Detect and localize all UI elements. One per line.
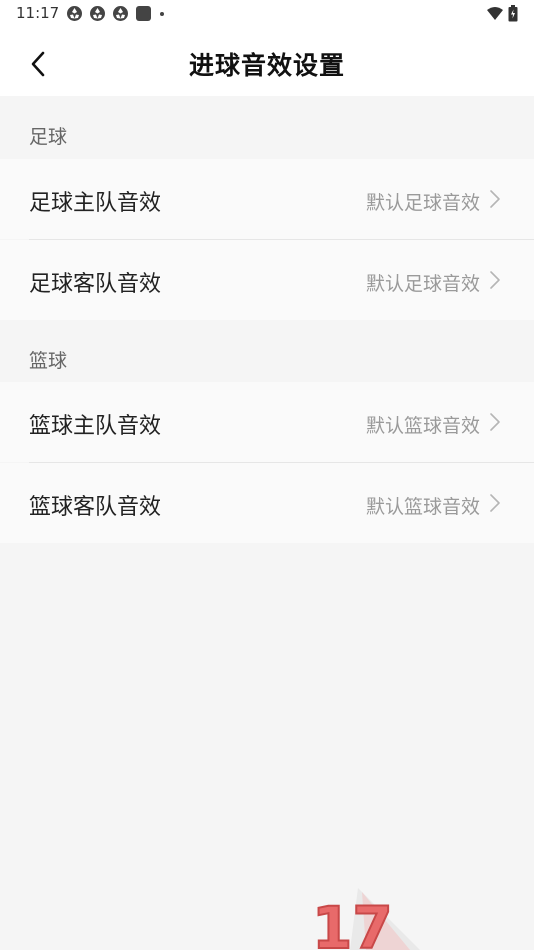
dot-icon xyxy=(160,12,164,16)
wifi-icon xyxy=(487,6,503,20)
status-time: 11:17 xyxy=(16,4,60,22)
row-value: 默认篮球音效 xyxy=(365,415,480,437)
chevron-right-icon xyxy=(490,190,500,208)
section-header-basketball: 篮球 xyxy=(0,320,534,382)
app-header: 进球音效设置 xyxy=(0,28,534,96)
chevron-right-icon xyxy=(490,271,500,289)
section-title: 篮球 xyxy=(29,350,68,372)
row-label: 足球主队音效 xyxy=(29,191,162,216)
section-title: 足球 xyxy=(29,126,68,148)
system-icons xyxy=(486,5,518,22)
row-label: 足球客队音效 xyxy=(29,272,162,297)
chevron-right-icon xyxy=(490,494,500,512)
row-value: 默认足球音效 xyxy=(365,192,480,214)
settings-row-football-away[interactable]: 足球客队音效 默认足球音效 xyxy=(0,240,534,320)
row-value: 默认足球音效 xyxy=(365,273,480,295)
settings-row-basketball-home[interactable]: 篮球主队音效 默认篮球音效 xyxy=(0,382,534,462)
page-title: 进球音效设置 xyxy=(188,51,345,80)
battery-icon xyxy=(508,5,518,22)
watermark-logo: 17 xyxy=(311,888,420,950)
app-notification-icon xyxy=(67,6,82,21)
app-notification-icon xyxy=(113,6,128,21)
row-label: 篮球主队音效 xyxy=(29,414,162,439)
square-notification-icon xyxy=(136,6,151,21)
settings-row-basketball-away[interactable]: 篮球客队音效 默认篮球音效 xyxy=(0,463,534,543)
notification-icons xyxy=(66,5,166,22)
section-header-football: 足球 xyxy=(0,96,534,158)
settings-row-football-home[interactable]: 足球主队音效 默认足球音效 xyxy=(0,159,534,239)
chevron-right-icon xyxy=(490,413,500,431)
row-label: 篮球客队音效 xyxy=(29,495,162,520)
status-bar: 11:17 xyxy=(0,0,534,28)
watermark-text: 17 xyxy=(312,894,393,950)
app-notification-icon xyxy=(90,6,105,21)
row-value: 默认篮球音效 xyxy=(365,496,480,518)
